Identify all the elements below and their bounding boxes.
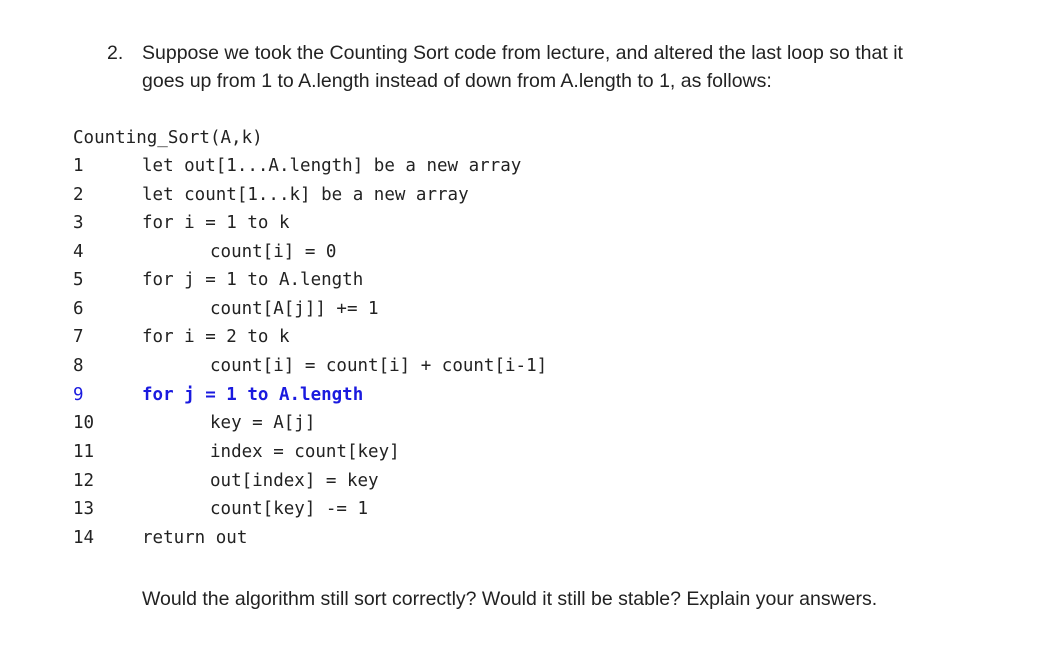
code-text: index = count[key] (210, 442, 400, 462)
code-text: let count[1...k] be a new array (142, 185, 469, 205)
code-text: for i = 2 to k (142, 327, 290, 347)
code-text: count[key] -= 1 (210, 499, 369, 519)
code-text: count[A[j]] += 1 (210, 299, 379, 319)
question-text-line-1: Suppose we took the Counting Sort code f… (142, 42, 903, 64)
line-number: 2 (73, 185, 84, 205)
code-text: for j = 1 to A.length (142, 270, 364, 290)
code-line: 1 let out[1...A.length] be a new array (73, 156, 521, 184)
code-line: 11 index = count[key] (73, 442, 400, 470)
code-text: count[i] = count[i] + count[i-1] (210, 356, 548, 376)
line-number: 13 (73, 499, 95, 519)
code-title: Counting_Sort(A,k) (73, 128, 263, 148)
question-number: 2. (107, 42, 124, 64)
code-text: key = A[j] (210, 413, 316, 433)
line-number: 11 (73, 442, 95, 462)
code-line: 8 count[i] = count[i] + count[i-1] (73, 356, 547, 384)
line-number: 6 (73, 299, 84, 319)
code-line: 14 return out (73, 528, 247, 556)
code-line-highlighted: 9 for j = 1 to A.length (73, 385, 363, 413)
code-text: count[i] = 0 (210, 242, 337, 262)
code-line: 13 count[key] -= 1 (73, 499, 368, 527)
code-line: 5 for j = 1 to A.length (73, 270, 363, 298)
code-line: 7 for i = 2 to k (73, 327, 290, 355)
code-text: return out (142, 528, 248, 548)
code-line: 2 let count[1...k] be a new array (73, 185, 469, 213)
question-text-line-2: goes up from 1 to A.length instead of do… (142, 70, 772, 92)
line-number: 12 (73, 471, 95, 491)
line-number: 10 (73, 413, 95, 433)
code-text: out[index] = key (210, 471, 379, 491)
code-line: 6 count[A[j]] += 1 (73, 299, 379, 327)
line-number: 5 (73, 270, 84, 290)
code-text: let out[1...A.length] be a new array (142, 156, 522, 176)
line-number: 3 (73, 213, 84, 233)
line-number: 7 (73, 327, 84, 347)
code-text: for j = 1 to A.length (142, 385, 364, 405)
code-line: 10 key = A[j] (73, 413, 315, 441)
code-line: 4 count[i] = 0 (73, 242, 336, 270)
line-number: 14 (73, 528, 95, 548)
code-line: 12 out[index] = key (73, 471, 379, 499)
question-prompt: Would the algorithm still sort correctly… (142, 588, 878, 610)
code-text: for i = 1 to k (142, 213, 290, 233)
line-number: 9 (73, 385, 84, 405)
code-line: 3 for i = 1 to k (73, 213, 290, 241)
line-number: 1 (73, 156, 84, 176)
line-number: 8 (73, 356, 84, 376)
line-number: 4 (73, 242, 84, 262)
